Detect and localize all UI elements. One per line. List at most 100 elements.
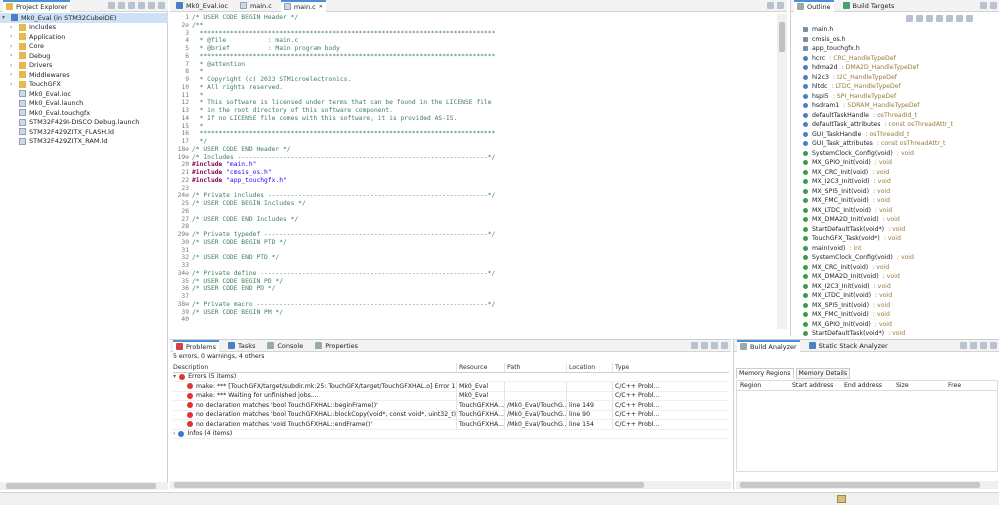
outline-item[interactable]: MX_I2C3_Init(void) : void <box>803 177 998 187</box>
tree-item[interactable]: › Middlewares <box>0 70 168 80</box>
tree-item[interactable]: STM32F429ZITX_FLASH.ld <box>0 127 168 137</box>
tab-project-explorer[interactable]: Project Explorer <box>3 0 71 12</box>
table-row[interactable]: no declaration matches 'void TouchGFXHAL… <box>173 419 729 430</box>
column-resource[interactable]: Resource <box>456 362 504 372</box>
outline-item[interactable]: hdma2d : DMA2D_HandleTypeDef <box>803 63 998 73</box>
column-free[interactable]: Free <box>945 382 995 389</box>
column-type[interactable]: Type <box>612 362 662 372</box>
maximize-icon[interactable] <box>777 2 784 9</box>
link-editor-icon[interactable] <box>956 15 963 22</box>
expand-arrow-icon[interactable]: › <box>10 81 16 88</box>
minimize-icon[interactable] <box>980 2 987 9</box>
tree-item[interactable]: › Drivers <box>0 61 168 71</box>
expand-arrow-icon[interactable]: › <box>10 24 16 31</box>
outline-item[interactable]: hcrc : CRC_HandleTypeDef <box>803 54 998 64</box>
tree-item[interactable]: › Application <box>0 32 168 42</box>
column-size[interactable]: Size <box>893 382 945 389</box>
tree-item[interactable]: STM32F429ZITX_RAM.ld <box>0 137 168 147</box>
column-end-address[interactable]: End address <box>841 382 893 389</box>
outline-item[interactable]: SystemClock_Config(void) : void <box>803 149 998 159</box>
tab-problems[interactable]: Problems <box>173 339 219 352</box>
outline-item[interactable]: MX_SPI5_Init(void) : void <box>803 301 998 311</box>
hide-fields-icon[interactable] <box>916 15 923 22</box>
tree-item[interactable]: › Debug <box>0 51 168 61</box>
hide-non-public-icon[interactable] <box>936 15 943 22</box>
maximize-icon[interactable] <box>990 2 997 9</box>
outline-item[interactable]: MX_GPIO_Init(void) : void <box>803 158 998 168</box>
sort-icon[interactable] <box>906 15 913 22</box>
minimize-icon[interactable] <box>711 342 718 349</box>
filter-icon[interactable] <box>128 2 135 9</box>
outline-item[interactable]: MX_SPI5_Init(void) : void <box>803 187 998 197</box>
tab-static-stack-analyzer[interactable]: Static Stack Analyzer <box>806 340 891 352</box>
tab-console[interactable]: Console <box>264 340 306 352</box>
maximize-icon[interactable] <box>990 342 997 349</box>
column-location[interactable]: Location <box>566 362 612 372</box>
outline-item[interactable]: MX_DMA2D_Init(void) : void <box>803 215 998 225</box>
outline-item[interactable]: MX_CRC_Init(void) : void <box>803 168 998 178</box>
tree-item[interactable]: Mk0_Eval.ioc <box>0 89 168 99</box>
maximize-icon[interactable] <box>721 342 728 349</box>
build-analyzer-horizontal-scrollbar[interactable] <box>736 481 998 489</box>
column-path[interactable]: Path <box>504 362 566 372</box>
expand-arrow-icon[interactable]: ▾ <box>2 14 8 21</box>
outline-item[interactable]: main(void) : int <box>803 244 998 254</box>
column-start-address[interactable]: Start address <box>789 382 841 389</box>
tree-item[interactable]: STM32F429I-DISCO Debug.launch <box>0 118 168 128</box>
outline-item[interactable]: MX_FMC_Init(void) : void <box>803 310 998 320</box>
outline-item[interactable]: MX_FMC_Init(void) : void <box>803 196 998 206</box>
hide-static-icon[interactable] <box>926 15 933 22</box>
tab-build-targets[interactable]: Build Targets <box>840 0 898 12</box>
outline-item[interactable]: hltdc : LTDC_HandleTypeDef <box>803 82 998 92</box>
view-menu-icon[interactable] <box>138 2 145 9</box>
outline-item[interactable]: SystemClock_Config(void) : void <box>803 253 998 263</box>
outline-item[interactable]: StartDefaultTask(void*) : void <box>803 329 998 339</box>
group-includes-icon[interactable] <box>946 15 953 22</box>
outline-item[interactable]: main.h <box>803 25 998 35</box>
collapse-all-icon[interactable] <box>108 2 115 9</box>
tab-properties[interactable]: Properties <box>312 340 361 352</box>
view-menu-icon[interactable] <box>701 342 708 349</box>
tab-tasks[interactable]: Tasks <box>225 340 258 352</box>
outline-item[interactable]: MX_CRC_Init(void) : void <box>803 263 998 273</box>
infos-group-row[interactable]: › Infos (4 items) <box>173 430 729 439</box>
minimize-icon[interactable] <box>767 2 774 9</box>
editor-tab[interactable]: Mk0_Eval.ioc <box>173 0 231 12</box>
outline-item[interactable]: defaultTask_attributes : const osThreadA… <box>803 120 998 130</box>
expand-arrow-icon[interactable]: › <box>10 52 16 59</box>
editor-tab[interactable]: main.c <box>237 0 275 12</box>
expand-arrow-icon[interactable]: ▾ <box>173 373 176 380</box>
column-description[interactable]: Description <box>173 364 456 371</box>
scrollbar-thumb[interactable] <box>174 482 644 488</box>
code-area[interactable]: 1/* USER CODE BEGIN Header */2⊖/** 3 ****… <box>170 14 777 333</box>
collapse-arrow-icon[interactable]: › <box>173 430 175 437</box>
minimize-icon[interactable] <box>980 342 987 349</box>
expand-arrow-icon[interactable]: › <box>10 71 16 78</box>
outline-item[interactable]: GUI_TaskHandle : osThreadId_t <box>803 130 998 140</box>
explorer-horizontal-scrollbar[interactable] <box>0 482 168 490</box>
subtab-memory-details[interactable]: Memory Details <box>795 368 851 379</box>
subtab-memory-regions[interactable]: Memory Regions <box>736 368 794 379</box>
refresh-icon[interactable] <box>960 342 967 349</box>
tab-build-analyzer[interactable]: Build Analyzer <box>737 339 800 352</box>
outline-item[interactable]: hspi5 : SPI_HandleTypeDef <box>803 92 998 102</box>
expand-arrow-icon[interactable]: › <box>10 62 16 69</box>
column-region[interactable]: Region <box>737 382 789 389</box>
scrollbar-thumb[interactable] <box>740 482 980 488</box>
outline-item[interactable]: MX_GPIO_Init(void) : void <box>803 320 998 330</box>
problems-horizontal-scrollbar[interactable] <box>170 481 731 489</box>
scrollbar-thumb[interactable] <box>6 483 156 489</box>
tree-item[interactable]: Mk0_Eval.touchgfx <box>0 108 168 118</box>
outline-item[interactable]: StartDefaultTask(void*) : void <box>803 225 998 235</box>
minimize-icon[interactable] <box>148 2 155 9</box>
outline-item[interactable]: app_touchgfx.h <box>803 44 998 54</box>
editor-vertical-scrollbar[interactable] <box>777 14 787 329</box>
view-menu-icon[interactable] <box>966 15 973 22</box>
tree-item[interactable]: Mk0_Eval.launch <box>0 99 168 109</box>
expand-arrow-icon[interactable]: › <box>10 33 16 40</box>
outline-item[interactable]: MX_DMA2D_Init(void) : void <box>803 272 998 282</box>
outline-item[interactable]: defaultTaskHandle : osThreadId_t <box>803 111 998 121</box>
tab-outline[interactable]: Outline <box>794 0 834 12</box>
tree-item[interactable]: › Includes <box>0 23 168 33</box>
outline-item[interactable]: MX_LTDC_Init(void) : void <box>803 291 998 301</box>
